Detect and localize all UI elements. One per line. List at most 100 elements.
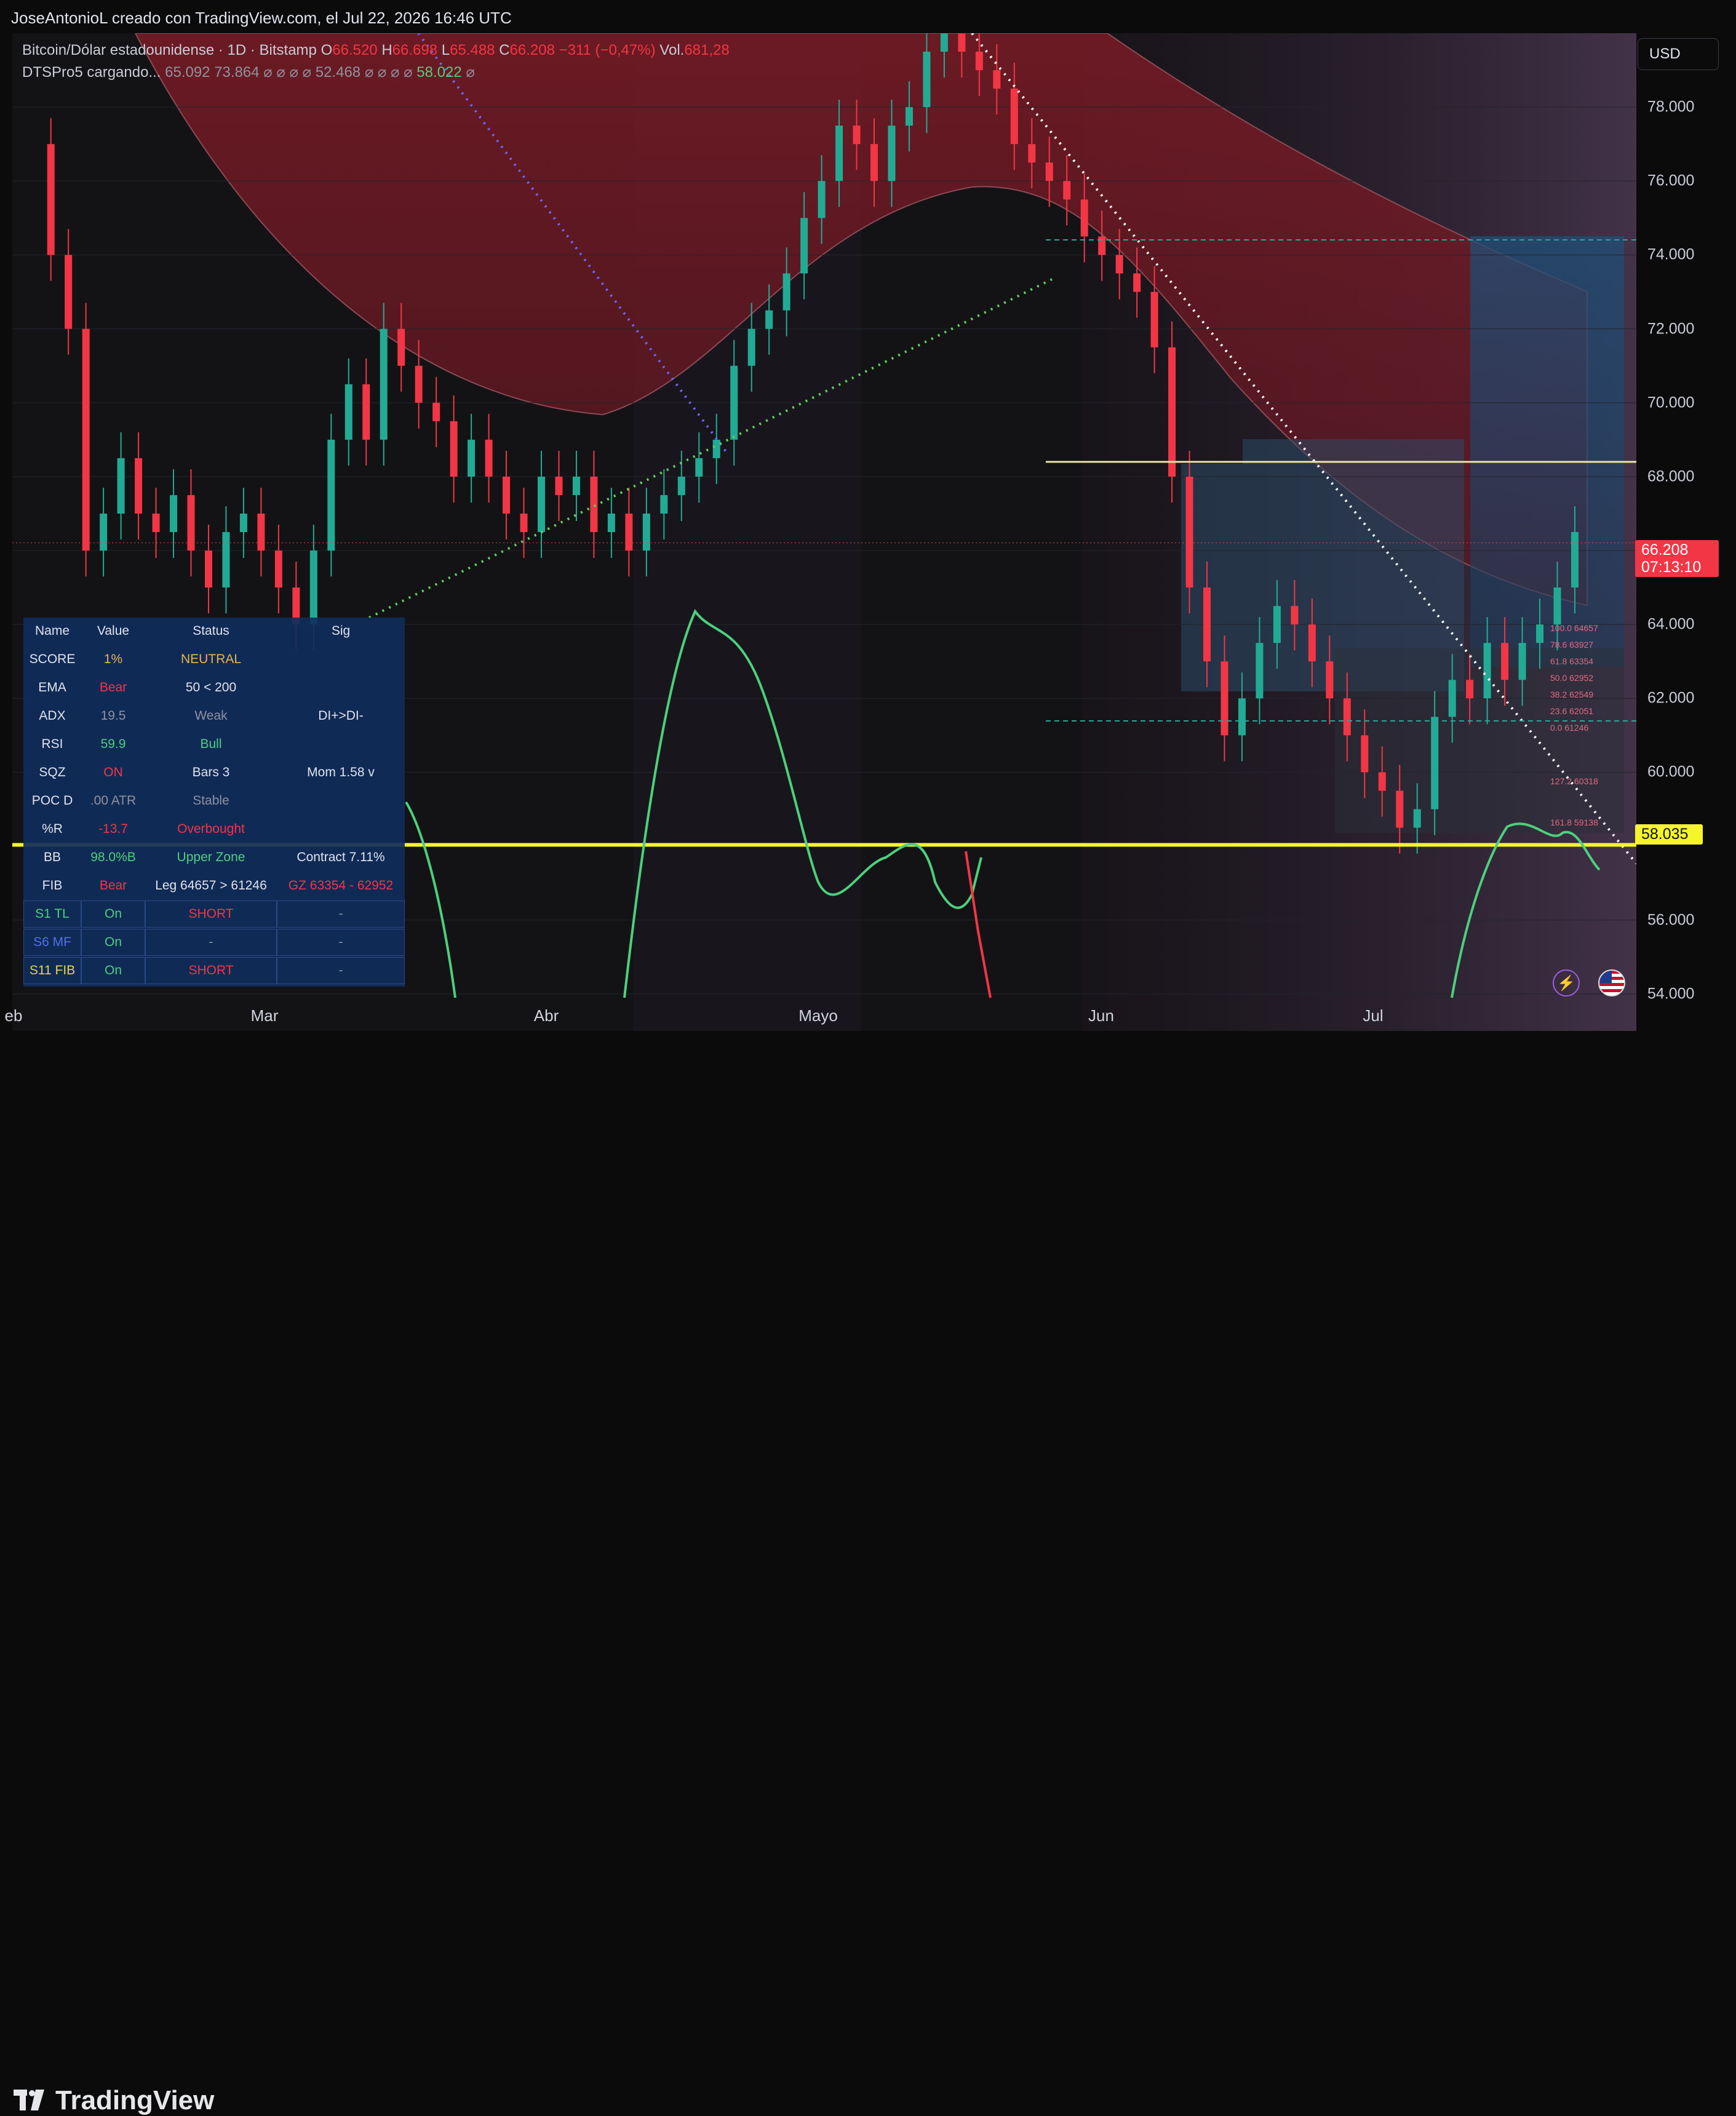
ohlc-legend[interactable]: Bitcoin/Dólar estadounidense · 1D · Bits… [22, 42, 730, 59]
table-row: S1 TL On SHORT - [23, 901, 405, 928]
table-cell: 19.5 [100, 709, 126, 723]
creator-caption: JoseAntonioL creado con TradingView.com,… [11, 9, 512, 27]
price-axis-label: 76.000 [1647, 172, 1695, 189]
candle-body [1308, 624, 1316, 662]
table-row: BB 98.0%B Upper Zone Contract 7.11% [23, 844, 405, 871]
candle-body [853, 125, 861, 145]
time-axis-label: Abr [533, 1006, 559, 1025]
close-value: 66.208 [509, 42, 555, 58]
volume-label: Vol. [659, 42, 685, 58]
table-cell: On [81, 957, 145, 984]
candle-body [1343, 698, 1351, 736]
table-cell: %R [42, 822, 63, 836]
candle-body [503, 476, 511, 514]
candle-body [993, 70, 1001, 89]
candle-body [274, 551, 282, 588]
table-row: S6 MF On - - [23, 929, 405, 956]
candle-body [572, 476, 580, 495]
indicator-name[interactable]: DTSPro5 cargando... [22, 64, 161, 81]
time-axis-label: Mayo [798, 1006, 838, 1025]
us-flag-icon[interactable] [1598, 969, 1625, 996]
status-table: Name Value Status Sig SCORE 1% NEUTRAL EMA Bear 5… [23, 618, 405, 987]
indicator-legend[interactable]: DTSPro5 cargando... 65.092 73.864 ⌀ ⌀ ⌀ … [22, 63, 475, 81]
price-axis-label: 60.000 [1647, 763, 1695, 781]
candle-body [818, 181, 826, 218]
candle-body [1063, 181, 1071, 200]
table-cell: BB [43, 850, 61, 864]
candle-body [485, 439, 493, 477]
candle-body [327, 439, 335, 551]
candle-body [117, 458, 125, 514]
candle-body [152, 513, 160, 532]
price-axis-label: 78.000 [1647, 98, 1695, 116]
candle-body [380, 328, 388, 440]
candle-body [1150, 292, 1158, 348]
volume-value: 681,28 [684, 42, 730, 58]
candle-body [1291, 606, 1299, 625]
lightning-icon[interactable]: ⚡ [1553, 969, 1580, 996]
last-price-value: 66.208 [1641, 541, 1689, 559]
table-cell [277, 816, 405, 843]
symbol-label[interactable]: Bitcoin/Dólar estadounidense · 1D · Bits… [22, 42, 317, 58]
price-axis-label: 72.000 [1647, 320, 1695, 338]
candle-body [239, 513, 247, 532]
table-cell: - [277, 929, 405, 956]
time-axis-label: Jun [1088, 1006, 1114, 1025]
table-cell: ON [103, 765, 123, 779]
fib-level-label: 100.0 64657 [1550, 623, 1598, 633]
change-value: −311 (−0,47%) [559, 42, 656, 58]
table-cell: Bull [200, 737, 222, 751]
table-row: S11 FIB On SHORT - [23, 957, 405, 984]
candle-body [923, 52, 931, 108]
tradingview-logo[interactable]: TradingView [14, 2085, 214, 2116]
candle-body [1256, 643, 1264, 699]
candle-body [1273, 606, 1281, 643]
candle-body [1238, 698, 1246, 736]
low-value: 65.488 [450, 42, 495, 58]
table-cell: 98.0%B [90, 850, 136, 864]
table-cell: - [277, 901, 405, 928]
candle-body [1448, 680, 1456, 717]
candle-body [695, 458, 703, 477]
table-cell: Stable [193, 794, 229, 808]
table-cell: - [277, 957, 405, 984]
price-axis-label: 70.000 [1647, 394, 1695, 412]
table-header-cell: Value [97, 624, 130, 638]
table-cell: DI+>DI- [318, 709, 364, 723]
table-row: ADX 19.5 Weak DI+>DI- [23, 702, 405, 730]
candle-body [222, 532, 230, 588]
candle-body [1010, 89, 1018, 145]
footer: TradingView [0, 1032, 1736, 2115]
candle-body [100, 513, 108, 551]
candle-body [1115, 255, 1123, 274]
table-cell: -13.7 [98, 822, 128, 836]
table-cell: EMA [38, 680, 66, 694]
last-price-badge: 66.208 07:13:10 [1635, 540, 1719, 577]
table-cell: Leg 64657 > 61246 [155, 878, 267, 893]
candle-body [1080, 199, 1088, 237]
candle-body [520, 513, 528, 532]
table-cell: Overbought [177, 822, 245, 836]
table-cell: - [145, 929, 277, 956]
candle-body [940, 33, 948, 52]
candle-body [344, 384, 352, 440]
close-label: C [499, 42, 510, 58]
candle-body [1028, 144, 1036, 163]
candle-body [1553, 587, 1561, 625]
table-cell: SHORT [145, 901, 277, 928]
time-axis-label: eb [4, 1006, 23, 1025]
candle-body [1466, 680, 1474, 699]
table-cell: ADX [39, 709, 66, 723]
price-axis[interactable]: 54.000 56.000 60.000 62.000 64.000 68.000 70.0… [1636, 33, 1736, 1031]
table-cell: Bear [99, 878, 127, 893]
candle-body [1483, 643, 1491, 699]
candle-body [1501, 643, 1509, 680]
price-axis-label: 74.000 [1647, 245, 1695, 263]
table-cell: On [81, 901, 145, 928]
candle-body [712, 439, 720, 458]
candle-body [47, 144, 55, 255]
candle-body [204, 551, 212, 588]
fib-level-label: 38.2 62549 [1550, 690, 1593, 699]
table-cell [277, 674, 405, 701]
table-row: EMA Bear 50 < 200 [23, 674, 405, 701]
